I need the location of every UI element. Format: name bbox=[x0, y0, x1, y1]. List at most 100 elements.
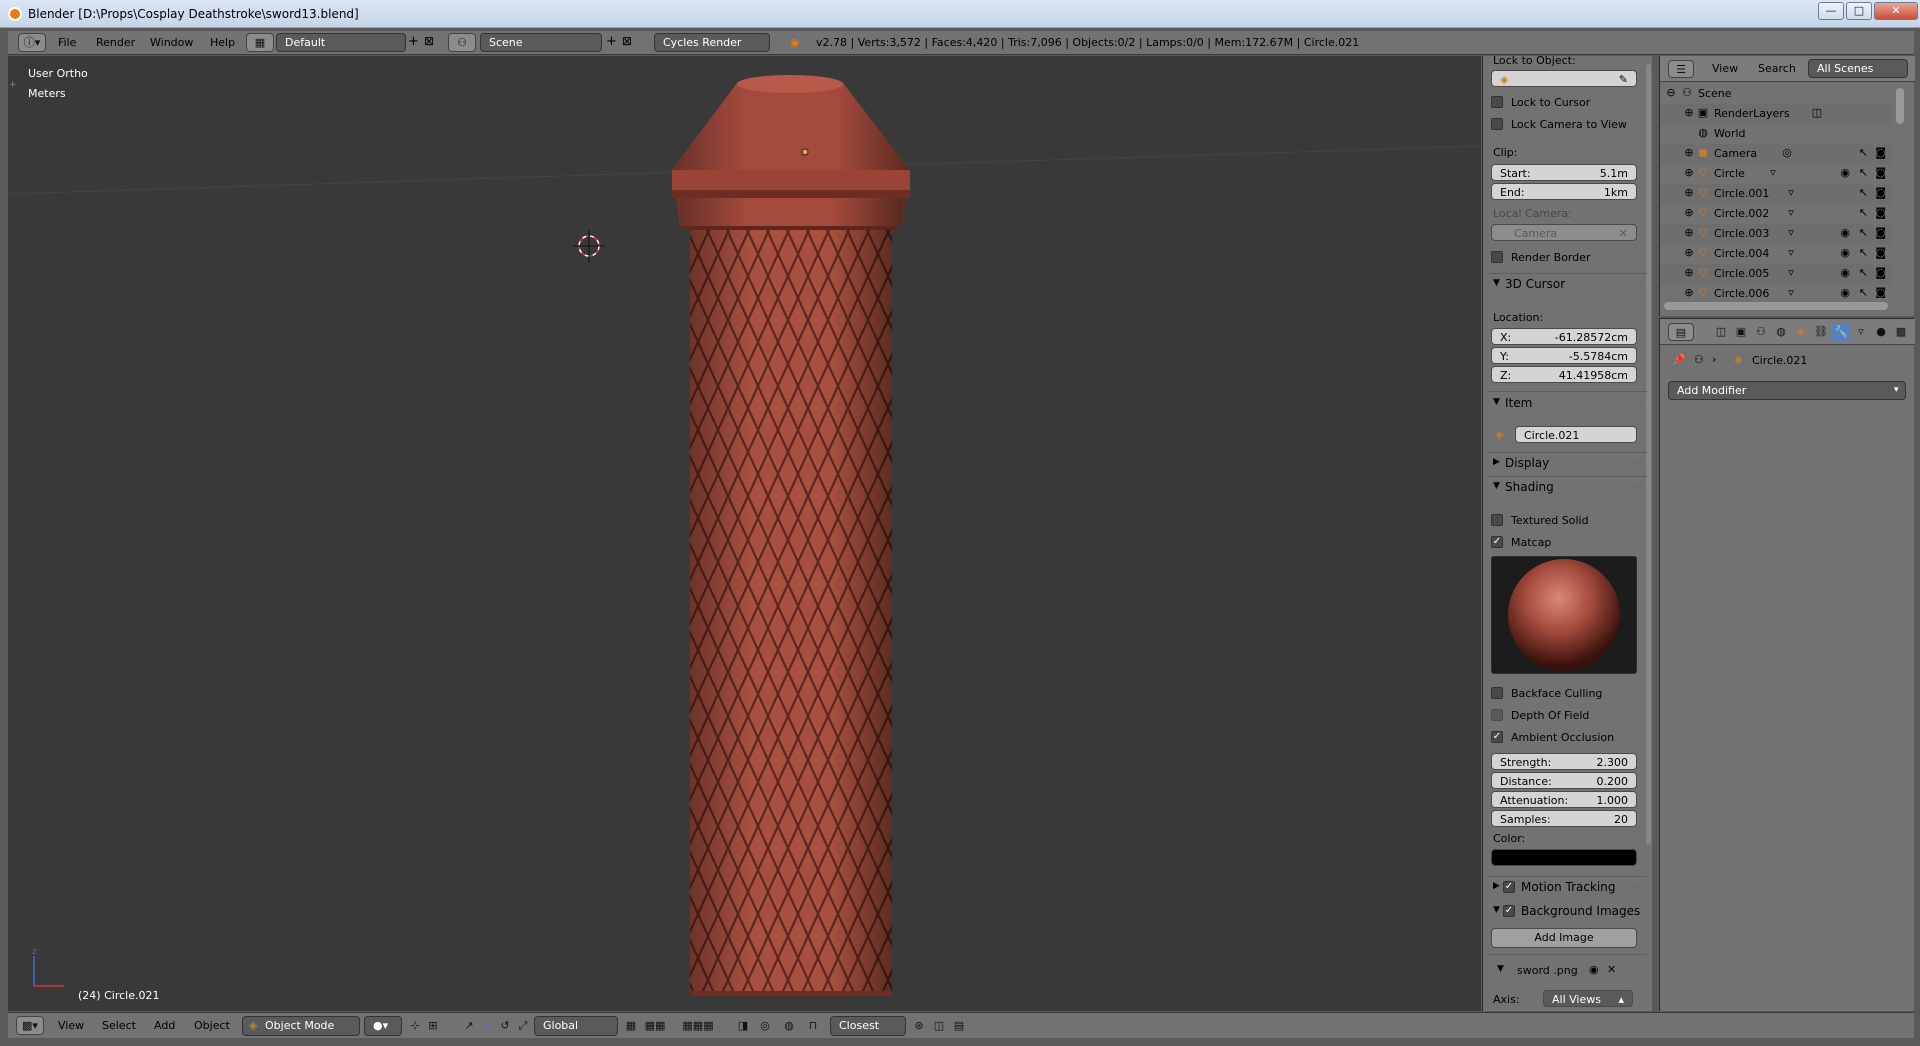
item-panel-header[interactable]: ▼ Item ⋯ bbox=[1487, 394, 1647, 414]
cursor-z-field[interactable]: Z: 41.41958cm bbox=[1491, 366, 1637, 383]
tab-object-icon[interactable]: ◈ bbox=[1792, 323, 1810, 341]
object-name-field[interactable]: Circle.021 bbox=[1515, 426, 1637, 443]
matcap-checkbox[interactable]: ✓ bbox=[1491, 536, 1503, 548]
expand-icon[interactable]: ⊕ bbox=[1682, 266, 1696, 280]
menu-add[interactable]: Add bbox=[154, 1019, 175, 1032]
outliner-menu-search[interactable]: Search bbox=[1758, 62, 1796, 75]
tab-material-icon[interactable]: ● bbox=[1872, 323, 1890, 341]
viewport-shading-selector[interactable]: ●▾ bbox=[364, 1016, 402, 1036]
renderable-camera-icon[interactable]: ◙ bbox=[1875, 266, 1886, 279]
selectable-cursor-icon[interactable]: ↖ bbox=[1859, 166, 1868, 179]
outliner-row-circle-002[interactable]: ⊕ ▽ Circle.002 ▿ ↖ ◙ bbox=[1660, 204, 1892, 224]
textured-solid-checkbox[interactable] bbox=[1491, 514, 1503, 526]
lock-to-cursor-checkbox[interactable] bbox=[1491, 96, 1503, 108]
expand-icon[interactable]: ⊕ bbox=[1682, 206, 1696, 220]
panel-grip-icon[interactable]: ⋯ bbox=[1635, 459, 1643, 468]
outliner-row-world[interactable]: ◍ World bbox=[1660, 124, 1892, 144]
outliner-scrollbar[interactable] bbox=[1896, 88, 1904, 124]
local-camera-field[interactable]: Camera ✕ bbox=[1491, 224, 1637, 241]
menu-select[interactable]: Select bbox=[102, 1019, 136, 1032]
snap-element-icon[interactable]: ⊓ bbox=[804, 1017, 822, 1035]
ao-samples-field[interactable]: Samples: 20 bbox=[1491, 810, 1637, 827]
tab-render-layers-icon[interactable]: ▣ bbox=[1732, 323, 1750, 341]
display-mode-selector[interactable]: All Scenes bbox=[1808, 59, 1908, 78]
axis-selector[interactable]: All Views ▴ bbox=[1543, 990, 1633, 1007]
render-border-checkbox[interactable] bbox=[1491, 251, 1503, 263]
tab-texture-icon[interactable]: ▩ bbox=[1892, 323, 1910, 341]
add-image-button[interactable]: Add Image bbox=[1491, 928, 1637, 948]
cursor-x-field[interactable]: X: -61.28572cm bbox=[1491, 328, 1637, 345]
tab-world-icon[interactable]: ◍ bbox=[1772, 323, 1790, 341]
layout-selector[interactable]: Default bbox=[276, 33, 406, 52]
expand-icon[interactable]: ⊕ bbox=[1682, 106, 1696, 120]
renderable-camera-icon[interactable]: ◙ bbox=[1875, 206, 1886, 219]
tab-scene-icon[interactable]: ⚇ bbox=[1752, 323, 1770, 341]
menu-help[interactable]: Help bbox=[210, 36, 235, 49]
add-modifier-dropdown[interactable]: Add Modifier bbox=[1668, 381, 1906, 400]
background-images-checkbox[interactable]: ✓ bbox=[1503, 905, 1515, 917]
expand-icon[interactable]: ⊕ bbox=[1682, 146, 1696, 160]
tab-constraints-icon[interactable]: ⛓ bbox=[1812, 323, 1830, 341]
snap-align-icon[interactable]: ⊛ bbox=[910, 1017, 928, 1035]
outliner-row-circle-001[interactable]: ⊕ ▽ Circle.001 ▿ ↖ ◙ bbox=[1660, 184, 1892, 204]
clip-end-field[interactable]: End: 1km bbox=[1491, 183, 1637, 200]
manipulator-scale-icon[interactable]: ⤢ bbox=[514, 1017, 532, 1035]
menu-window[interactable]: Window bbox=[150, 36, 193, 49]
eye-icon[interactable]: ◉ bbox=[1589, 963, 1599, 976]
selectable-cursor-icon[interactable]: ↖ bbox=[1859, 286, 1868, 298]
3d-cursor-panel-header[interactable]: ▼ 3D Cursor ⋯ bbox=[1487, 275, 1647, 295]
depth-of-field-checkbox[interactable] bbox=[1491, 709, 1503, 721]
editor-type-info-icon[interactable]: ⓘ▾ bbox=[18, 33, 46, 52]
layer-buttons-icon[interactable]: ▦▦ bbox=[642, 1017, 668, 1035]
selectable-cursor-icon[interactable]: ↖ bbox=[1859, 206, 1868, 219]
motion-tracking-panel-header[interactable]: ▶ ✓ Motion Tracking ⋯ bbox=[1487, 878, 1647, 898]
mesh-circle-021[interactable] bbox=[672, 75, 910, 996]
visibility-eye-icon[interactable]: ◉ bbox=[1840, 226, 1850, 239]
transform-orientation-selector[interactable]: Global bbox=[534, 1016, 618, 1036]
scene-icon[interactable]: ⚇ bbox=[448, 33, 476, 52]
expand-icon[interactable]: ⊕ bbox=[1682, 246, 1696, 260]
layout-grid-icon[interactable]: ▦ bbox=[246, 33, 274, 52]
add-layout-icon[interactable]: + bbox=[408, 34, 419, 49]
close-button[interactable]: ✕ bbox=[1874, 2, 1918, 20]
expand-icon[interactable]: ⊕ bbox=[1682, 166, 1696, 180]
visibility-eye-icon[interactable]: ◉ bbox=[1840, 286, 1850, 298]
scene-selector[interactable]: Scene bbox=[480, 33, 602, 52]
maximize-button[interactable]: □ bbox=[1846, 2, 1872, 20]
outliner-row-circle[interactable]: ⊕ ▽ Circle ▿ ◉ ↖ ◙ bbox=[1660, 164, 1892, 184]
panel-grip-icon[interactable]: ⋯ bbox=[1635, 883, 1643, 892]
pin-icon[interactable]: 📌 bbox=[1672, 353, 1686, 366]
proportional-edit-icon[interactable]: ◎ bbox=[756, 1017, 774, 1035]
expand-arrow-icon[interactable]: ▼ bbox=[1497, 964, 1504, 974]
cursor-y-field[interactable]: Y: -5.5784cm bbox=[1491, 347, 1637, 364]
clear-camera-icon[interactable]: ✕ bbox=[1619, 227, 1628, 240]
collapse-icon[interactable]: ⊖ bbox=[1664, 86, 1678, 100]
backface-culling-checkbox[interactable] bbox=[1491, 687, 1503, 699]
interaction-mode-selector[interactable]: ◈ Object Mode bbox=[242, 1016, 360, 1036]
outliner-h-scrollbar[interactable] bbox=[1664, 302, 1888, 310]
selectable-cursor-icon[interactable]: ↖ bbox=[1859, 226, 1868, 239]
selectable-cursor-icon[interactable]: ↖ bbox=[1859, 186, 1868, 199]
tab-data-icon[interactable]: ▿ bbox=[1852, 323, 1870, 341]
remove-image-icon[interactable]: ✕ bbox=[1607, 963, 1616, 976]
editor-type-3d-view-icon[interactable]: ▩▾ bbox=[16, 1016, 44, 1035]
pivot-point-icon[interactable]: ⊹ bbox=[406, 1017, 424, 1035]
ambient-occlusion-checkbox[interactable]: ✓ bbox=[1491, 731, 1503, 743]
visibility-eye-icon[interactable]: ◉ bbox=[1840, 266, 1850, 279]
renderable-camera-icon[interactable]: ◙ bbox=[1875, 246, 1886, 259]
manipulator-translate-icon[interactable]: ↗ bbox=[460, 1017, 478, 1035]
menu-view[interactable]: View bbox=[58, 1019, 84, 1032]
clip-start-field[interactable]: Start: 5.1m bbox=[1491, 164, 1637, 181]
manipulator-translate-active-icon[interactable]: ➚ bbox=[478, 1017, 496, 1035]
tab-modifiers-icon[interactable]: 🔧 bbox=[1832, 323, 1850, 341]
renderable-camera-icon[interactable]: ◙ bbox=[1875, 286, 1886, 298]
menu-object[interactable]: Object bbox=[194, 1019, 230, 1032]
editor-type-properties-icon[interactable]: ▤ bbox=[1668, 323, 1694, 341]
selectable-cursor-icon[interactable]: ↖ bbox=[1859, 266, 1868, 279]
outliner-row-scene[interactable]: ⊖ ⚇ Scene bbox=[1660, 84, 1892, 104]
renderable-camera-icon[interactable]: ◙ bbox=[1875, 186, 1886, 199]
tab-render-icon[interactable]: ◫ bbox=[1712, 323, 1730, 341]
selectable-cursor-icon[interactable]: ↖ bbox=[1859, 146, 1868, 159]
3d-viewport[interactable]: User Ortho Meters + (24) Circle.021 z bbox=[8, 56, 1481, 1011]
editor-type-outliner-icon[interactable]: ☰ bbox=[1668, 60, 1694, 78]
